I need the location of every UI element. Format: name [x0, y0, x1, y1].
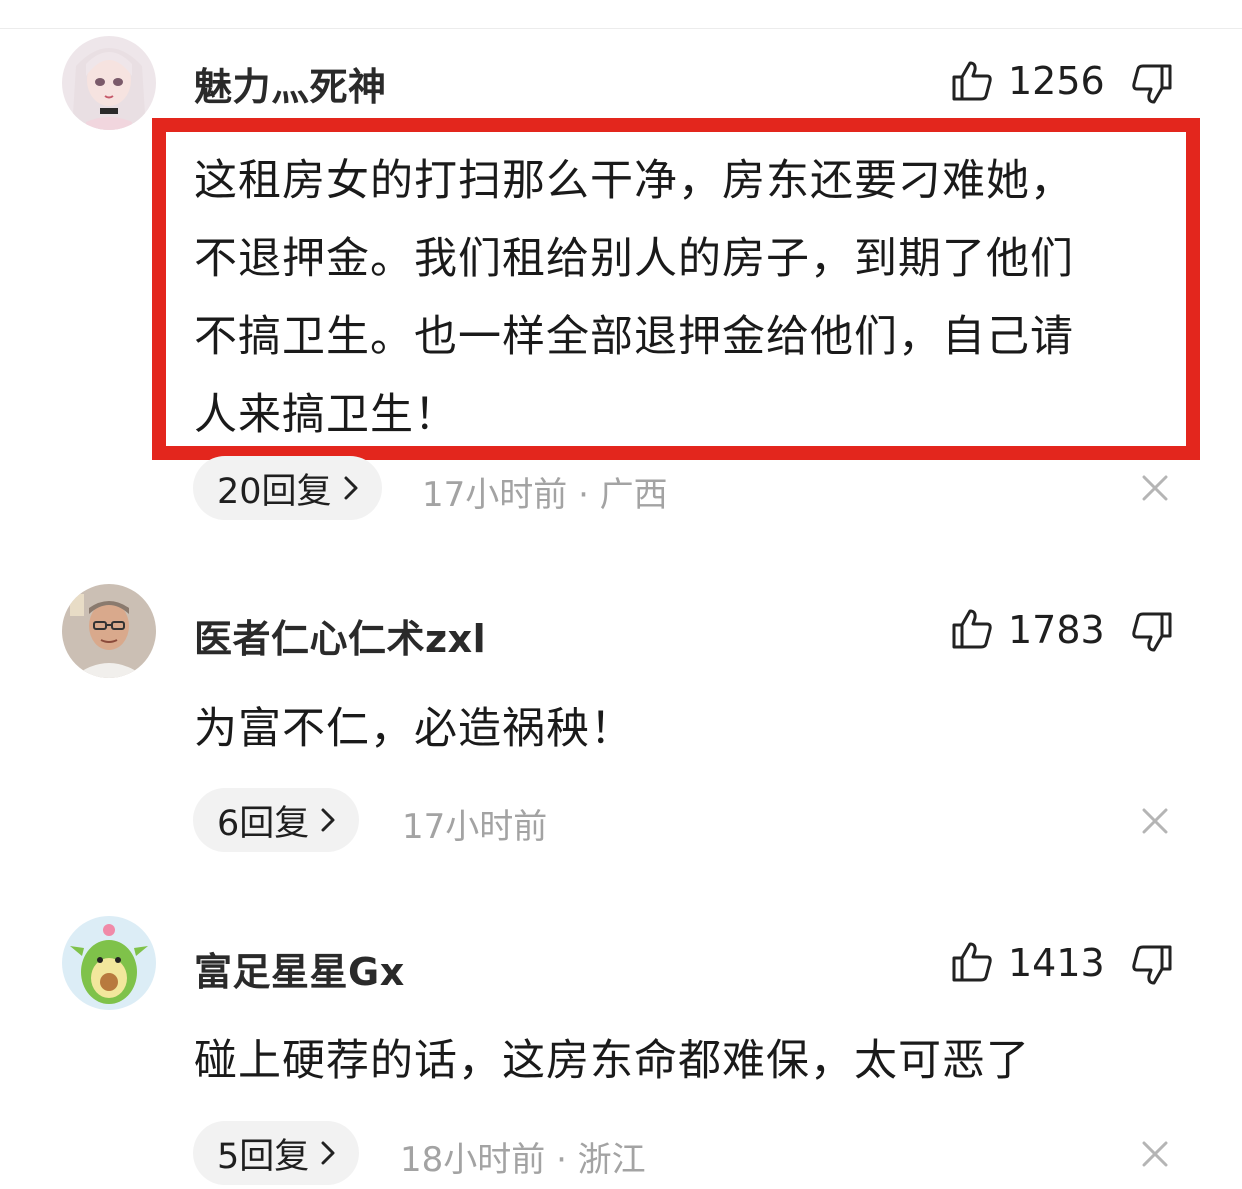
highlight-annotation-box	[152, 118, 1200, 460]
anime-doll-avatar-icon	[62, 36, 156, 130]
thumbs-down-icon[interactable]	[1130, 610, 1174, 654]
thumbs-down-icon[interactable]	[1130, 943, 1174, 987]
avocado-avatar-icon	[62, 916, 156, 1010]
thumbs-up-icon[interactable]	[950, 59, 994, 103]
comment-text-line: 碰上硬荐的话，这房东命都难保，太可恶了	[194, 1036, 1030, 1086]
replies-label: 6回复	[217, 803, 310, 844]
user-avatar[interactable]	[62, 36, 156, 130]
replies-label: 20回复	[217, 471, 332, 512]
username[interactable]: 医者仁心仁术zxl	[194, 608, 486, 663]
like-count: 1256	[1008, 59, 1105, 103]
chevron-right-icon	[344, 476, 358, 500]
user-avatar[interactable]	[62, 584, 156, 678]
close-icon[interactable]	[1140, 806, 1170, 836]
top-divider	[0, 28, 1242, 29]
comment-meta: 17小时前	[402, 807, 548, 847]
thumbs-up-icon[interactable]	[950, 607, 994, 651]
like-count: 1783	[1008, 608, 1105, 652]
comment-text-line: 为富不仁，必造祸秧！	[194, 704, 634, 754]
chevron-right-icon	[321, 1141, 335, 1165]
replies-button[interactable]: 5回复	[193, 1121, 360, 1185]
thumbs-up-icon[interactable]	[950, 940, 994, 984]
comment-meta: 18小时前 · 浙江	[400, 1140, 646, 1180]
username[interactable]: 魅力灬死神	[194, 56, 387, 111]
comment-text: 为富不仁，必造祸秧！	[194, 690, 1184, 768]
close-icon[interactable]	[1140, 473, 1170, 503]
user-avatar[interactable]	[62, 916, 156, 1010]
like-count: 1413	[1008, 941, 1105, 985]
comment-meta: 17小时前 · 广西	[422, 475, 668, 515]
comment-text: 碰上硬荐的话，这房东命都难保，太可恶了	[194, 1022, 1184, 1100]
replies-button[interactable]: 6回复	[193, 788, 360, 852]
replies-label: 5回复	[217, 1136, 310, 1177]
username[interactable]: 富足星星Gx	[194, 941, 405, 996]
close-icon[interactable]	[1140, 1139, 1170, 1169]
chevron-right-icon	[321, 808, 335, 832]
replies-button[interactable]: 20回复	[193, 456, 382, 520]
man-with-glasses-avatar-icon	[62, 584, 156, 678]
thumbs-down-icon[interactable]	[1130, 62, 1174, 106]
